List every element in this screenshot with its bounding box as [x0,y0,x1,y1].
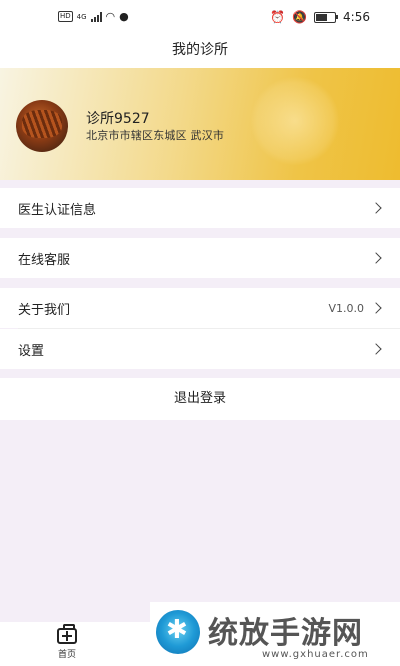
menu-item-label: 设置 [18,343,45,359]
watermark-url: www.gxhuaer.com [262,649,369,660]
version-text: V1.0.0 [328,301,364,315]
chevron-right-icon [370,343,382,355]
alarm-icon: ⏰ [270,10,286,24]
wechat-icon: ● [119,10,129,23]
chevron-right-icon [370,252,382,264]
clinic-name: 诊所9527 [86,111,150,127]
page-title: 我的诊所 [0,36,400,68]
menu-item-label: 医生认证信息 [18,202,97,218]
tab-home-label: 首页 [57,650,76,660]
menu-item-about[interactable]: 关于我们 V1.0.0 [0,288,400,328]
logout-button[interactable]: 退出登录 [0,378,400,420]
network-type: 4G [76,12,87,21]
battery-icon [314,11,339,23]
wifi-icon: ◠ [105,10,116,23]
menu-item-online-service[interactable]: 在线客服 [0,238,400,278]
octopus-logo-icon [156,610,200,654]
menu-item-settings[interactable]: 设置 [0,329,400,369]
watermark-title: 统放手游网 [208,616,363,651]
chevron-right-icon [370,302,382,314]
status-bar: HD 4G ◠ ● ⏰ 🔕 4:56 [0,0,400,36]
watermark: 统放手游网 www.gxhuaer.com [150,602,400,666]
clinic-address: 北京市市辖区东城区 武汉市 [86,129,225,142]
medical-kit-icon [57,624,77,644]
chevron-right-icon [370,202,382,214]
profile-banner: 诊所9527 北京市市辖区东城区 武汉市 [0,68,400,180]
avatar[interactable] [16,100,68,152]
tab-home[interactable]: 首页 [52,624,82,660]
hd-badge: HD [58,11,73,22]
clock: 4:56 [343,10,370,24]
mute-icon: 🔕 [292,10,308,24]
banner-glow [250,76,340,166]
menu-item-label: 在线客服 [18,252,71,268]
menu-item-doctor-cert[interactable]: 医生认证信息 [0,188,400,228]
signal-icon [90,11,102,22]
menu-item-label: 关于我们 [18,302,71,318]
